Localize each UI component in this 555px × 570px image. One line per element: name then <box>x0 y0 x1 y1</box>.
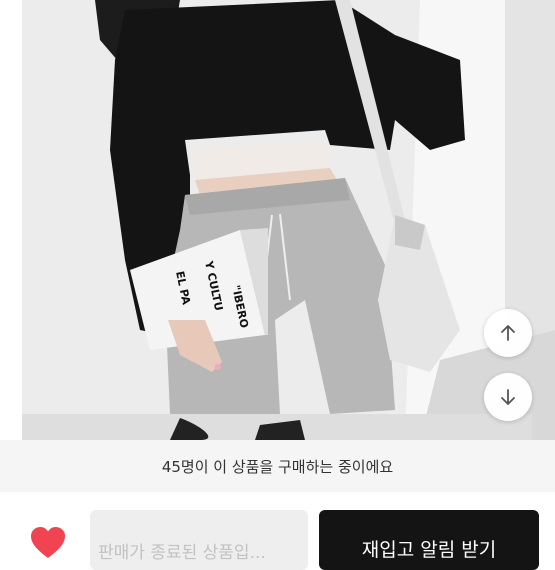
scroll-down-button[interactable] <box>484 373 532 421</box>
product-image: EL PA Y CULTU "IBERO <box>0 0 555 440</box>
purchase-notice-text: 45명이 이 상품을 구매하는 중이에요 <box>161 457 394 476</box>
bottom-action-bar: 판매가 종료된 상품입... 재입고 알림 받기 <box>0 492 555 570</box>
scroll-up-button[interactable] <box>484 309 532 357</box>
purchase-notice: 45명이 이 상품을 구매하는 중이에요 <box>0 440 555 492</box>
arrow-up-icon <box>501 325 515 341</box>
arrow-down-icon <box>501 389 515 405</box>
restock-alert-button[interactable]: 재입고 알림 받기 <box>319 510 539 570</box>
sale-ended-field: 판매가 종료된 상품입... <box>90 510 308 570</box>
